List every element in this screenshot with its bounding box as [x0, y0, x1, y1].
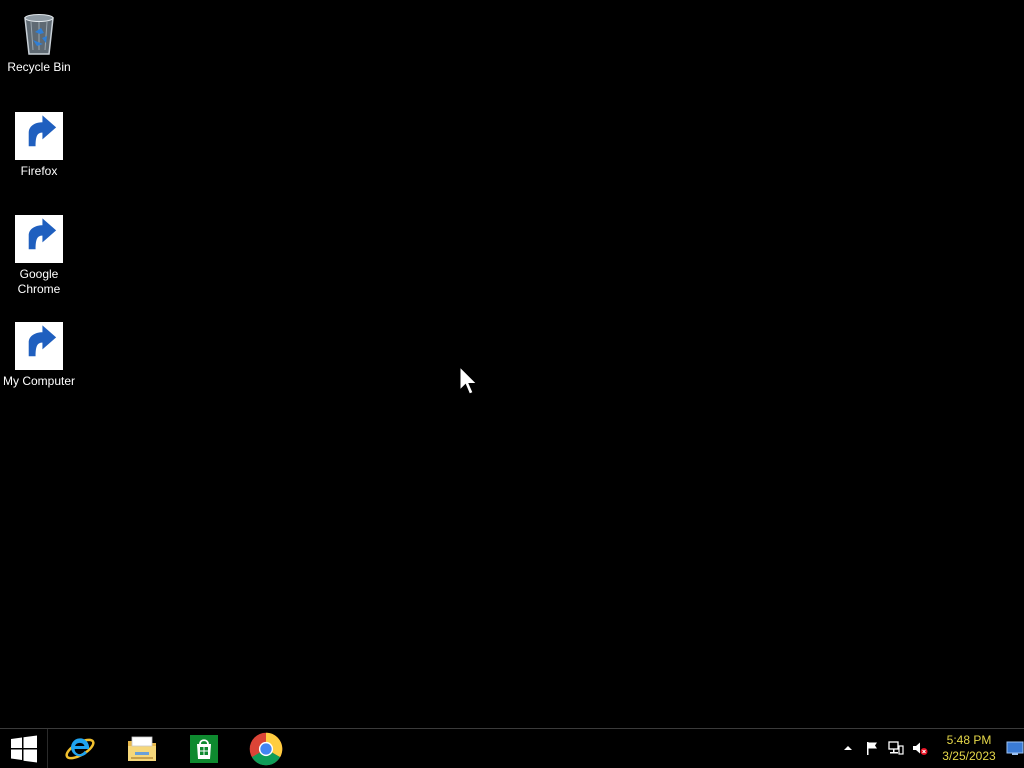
taskbar-app-store[interactable]	[176, 731, 232, 767]
shortcut-arrow-icon	[15, 215, 63, 263]
taskbar-app-file-explorer[interactable]	[114, 731, 170, 767]
internet-explorer-icon	[65, 738, 95, 760]
windows-logo-icon	[10, 735, 37, 762]
mouse-cursor-icon	[459, 366, 478, 395]
show-desktop-button[interactable]	[1006, 739, 1024, 757]
desktop-icon-firefox[interactable]: Firefox	[0, 112, 78, 179]
desktop-icon-google-chrome[interactable]: Google Chrome	[0, 215, 78, 297]
desktop[interactable]: Recycle Bin Firefox Google Chrome My Com…	[0, 0, 1024, 728]
firefox-icon	[15, 112, 63, 160]
system-tray: 5:48 PM 3/25/2023	[834, 729, 1024, 768]
recycle-bin-icon	[15, 8, 63, 56]
taskbar: 5:48 PM 3/25/2023	[0, 728, 1024, 768]
store-icon	[190, 735, 218, 763]
show-hidden-icons-chevron[interactable]	[840, 740, 856, 756]
desktop-icon-label: Recycle Bin	[7, 60, 71, 74]
chrome-icon	[249, 732, 283, 766]
taskbar-app-google-chrome[interactable]	[238, 731, 294, 767]
desktop-icon-label: Google Chrome	[17, 267, 61, 296]
desktop-icon-label: Firefox	[20, 164, 58, 178]
volume-muted-icon[interactable]	[912, 740, 928, 756]
clock-time: 5:48 PM	[946, 733, 992, 747]
action-center-flag-icon[interactable]	[864, 740, 880, 756]
network-icon[interactable]	[888, 740, 904, 756]
clock[interactable]: 5:48 PM 3/25/2023	[934, 732, 1004, 764]
desktop-icon-recycle-bin[interactable]: Recycle Bin	[0, 8, 78, 75]
desktop-icon-my-computer[interactable]: My Computer	[0, 322, 78, 389]
chrome-icon	[15, 215, 63, 263]
computer-icon	[15, 322, 63, 370]
clock-date: 3/25/2023	[942, 749, 996, 763]
file-explorer-icon	[128, 736, 156, 761]
shortcut-arrow-icon	[15, 112, 63, 160]
start-button[interactable]	[0, 729, 48, 768]
shortcut-arrow-icon	[15, 322, 63, 370]
taskbar-app-internet-explorer[interactable]	[52, 731, 108, 767]
desktop-icon-label: My Computer	[2, 374, 76, 388]
